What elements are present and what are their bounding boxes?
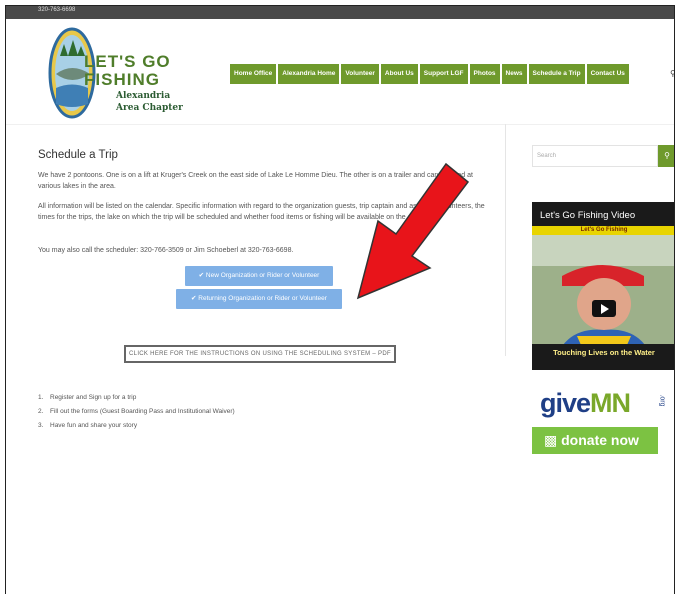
nav-item-schedule-a-trip[interactable]: Schedule a Trip xyxy=(528,64,585,84)
nav-item-alexandria-home[interactable]: Alexandria Home xyxy=(278,64,340,84)
instructions-pdf-link[interactable]: CLICK HERE FOR THE INSTRUCTIONS ON USING… xyxy=(124,345,396,363)
play-icon[interactable] xyxy=(592,300,616,317)
givemn-logo[interactable]: giveMN xyxy=(540,388,631,419)
search-icon: ⚲ xyxy=(664,151,670,160)
topbar-phone: 320-763-6698 xyxy=(38,7,76,13)
nav-item-about-us[interactable]: About Us xyxy=(380,64,418,84)
donate-now-button[interactable]: ▩ donate now xyxy=(532,427,658,454)
nav-item-support-lgf[interactable]: Support LGF xyxy=(419,64,468,84)
sidebar-divider xyxy=(505,124,506,356)
donate-icon: ▩ xyxy=(544,432,558,448)
logo-title-line2: FISHING xyxy=(84,70,160,89)
logo-subtitle-line2: Area Chapter xyxy=(116,103,183,113)
video-player[interactable]: Let's Go Fishing Video Let's Go Fishing … xyxy=(532,202,674,370)
sidebar-search-input[interactable]: Search xyxy=(532,145,658,167)
list-item: 2. Fill out the forms (Guest Boarding Pas… xyxy=(38,408,235,415)
sidebar-search-button[interactable]: ⚲ xyxy=(658,145,674,167)
nav-item-photos[interactable]: Photos xyxy=(469,64,500,84)
returning-organization-button[interactable]: ✔ Returning Organization or Rider or Vol… xyxy=(176,289,342,309)
intro-paragraph: We have 2 pontoons. One is on a lift at … xyxy=(38,172,473,190)
steps-list: 1. Register and Sign up for a trip 2. Fill… xyxy=(38,391,235,433)
video-caption: Touching Lives on the Water xyxy=(532,344,674,370)
video-title: Let's Go Fishing Video xyxy=(540,210,636,221)
new-organization-button[interactable]: ✔ New Organization or Rider or Volunteer xyxy=(185,266,333,286)
header-divider xyxy=(6,124,674,125)
top-bar: 320-763-6698 xyxy=(6,6,674,19)
browser-frame: 320-763-6698 LET'S GO FISHING Alexandria… xyxy=(5,5,675,594)
list-item: 3. Have fun and share your story xyxy=(38,422,138,429)
search-icon[interactable]: ⚲ xyxy=(670,69,674,78)
page-title: Schedule a Trip xyxy=(38,149,118,161)
nav-item-news[interactable]: News xyxy=(501,64,527,84)
nav-item-volunteer[interactable]: Volunteer xyxy=(341,64,379,84)
logo-title-line1: LET'S GO xyxy=(84,52,171,71)
contact-paragraph: You may also call the scheduler: 320-766… xyxy=(38,247,294,254)
calendar-info-paragraph: All information will be listed on the ca… xyxy=(38,203,485,221)
video-banner: Let's Go Fishing xyxy=(532,226,674,235)
nav-item-contact-us[interactable]: Contact Us xyxy=(586,64,629,84)
logo-subtitle-line1: Alexandria xyxy=(116,91,171,101)
list-item: 1. Register and Sign up for a trip xyxy=(38,394,137,401)
givemn-org-label: .org xyxy=(658,394,666,407)
main-nav: Home Office Alexandria Home Volunteer Ab… xyxy=(230,64,629,84)
nav-item-home-office[interactable]: Home Office xyxy=(230,64,277,84)
